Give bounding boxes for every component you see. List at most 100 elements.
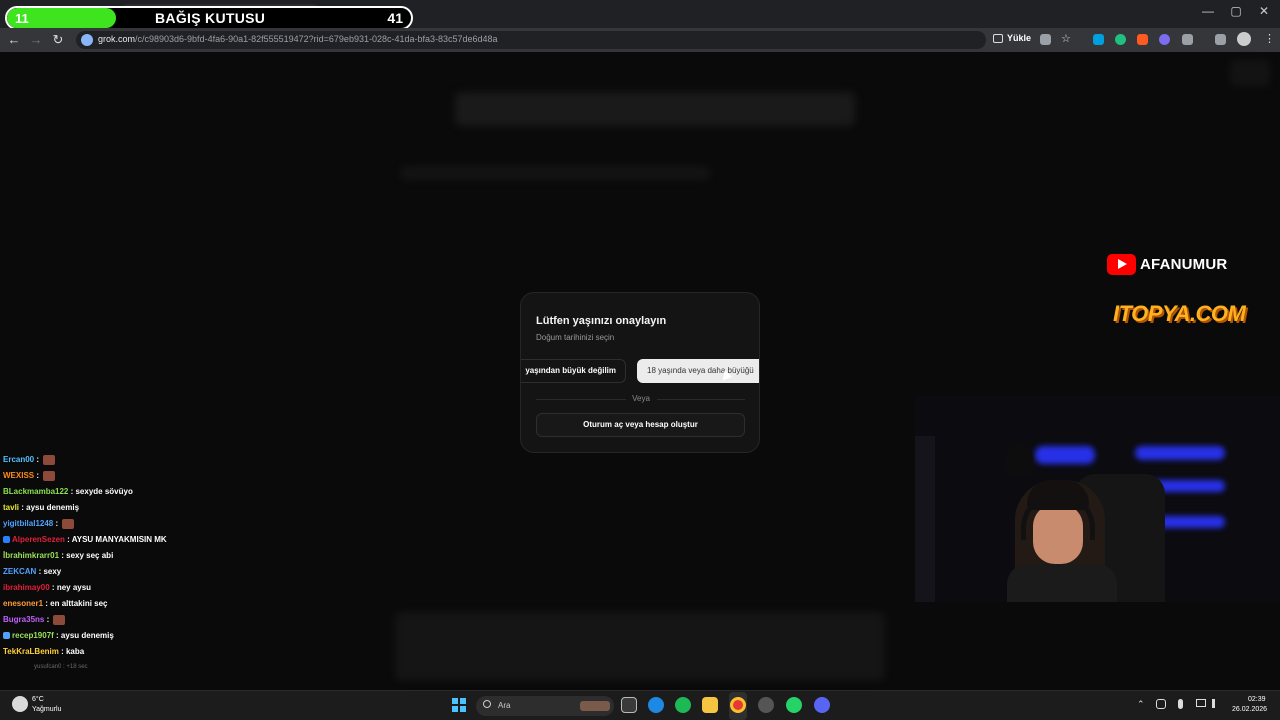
tab-search-icon[interactable] <box>1215 34 1226 45</box>
install-app-icon <box>993 34 1003 43</box>
maximize-button[interactable]: ▢ <box>1226 4 1246 18</box>
donation-title: BAĞIŞ KUTUSU <box>155 10 266 26</box>
chat-separator: : <box>64 535 72 544</box>
blurred-header-button <box>1230 60 1270 86</box>
weather-icon[interactable] <box>12 696 28 712</box>
extension-icon-1[interactable] <box>1093 34 1104 45</box>
chat-emote-icon <box>43 454 56 465</box>
discord-icon[interactable] <box>814 697 830 713</box>
chat-emote-icon <box>53 614 66 625</box>
chat-username: WEXISS <box>3 471 35 480</box>
chat-username: Ercan00 <box>3 455 35 464</box>
start-logo-part <box>452 698 458 704</box>
age-verification-dialog: Lütfen yaşınızı onaylayın Doğum tarihini… <box>520 292 760 453</box>
chat-badge-icon <box>3 632 10 640</box>
weather-description[interactable]: Yağmurlu <box>32 706 61 713</box>
chat-separator: : <box>44 615 52 624</box>
extension-icon-3[interactable] <box>1137 34 1148 45</box>
whatsapp-icon[interactable] <box>786 697 802 713</box>
url-text[interactable]: grok.com/c/c98903d6-9bfd-4fa6-90a1-82f55… <box>98 34 498 44</box>
chat-message: BLackmamba122 : sexyde sövüyo <box>3 484 263 500</box>
led-light <box>1135 446 1225 460</box>
chat-separator: : <box>53 631 61 640</box>
chat-text: AYSU MANYAKMISIN MK <box>71 535 167 544</box>
lamp <box>1005 444 1033 474</box>
clock-time[interactable]: 02:39 <box>1248 696 1266 703</box>
obs-icon[interactable] <box>758 697 774 713</box>
chat-message: tavli : aysu denemiş <box>3 500 263 516</box>
donation-box-overlay: 11 BAĞIŞ KUTUSU 41 <box>5 6 413 30</box>
chat-username: enesoner1 <box>3 599 44 608</box>
chat-message: yigitbilal1248 : <box>3 516 263 532</box>
chat-separator: : <box>58 647 66 656</box>
chat-username: ibrahimay00 <box>3 583 50 592</box>
chat-message: ZEKCAN : sexy <box>3 564 263 580</box>
translate-icon[interactable] <box>1040 34 1051 45</box>
reload-button[interactable]: ↻ <box>50 32 66 48</box>
chat-username: yigitbilal1248 <box>3 519 54 528</box>
blurred-heading <box>455 92 855 126</box>
blurred-text <box>400 166 710 180</box>
chat-separator: : <box>34 471 42 480</box>
clock-date[interactable]: 26.02.2026 <box>1232 706 1267 713</box>
task-view-icon[interactable] <box>621 697 637 713</box>
site-info-icon[interactable] <box>81 34 93 46</box>
chat-text: aysu denemiş <box>26 503 80 512</box>
login-or-signup-button[interactable]: Oturum aç veya hesap oluştur <box>536 413 745 437</box>
chat-message: Bugra35ns : <box>3 612 263 628</box>
browser-menu-icon[interactable]: ⋮ <box>1264 32 1275 45</box>
microphone-icon[interactable] <box>1178 699 1183 709</box>
chat-emote-icon <box>43 470 56 481</box>
dialog-title: Lütfen yaşınızı onaylayın <box>536 315 667 327</box>
led-light <box>1035 446 1095 464</box>
chat-text: aysu denemiş <box>60 631 114 640</box>
sponsor-logo: ITOPYA.COM <box>1113 301 1246 326</box>
close-window-button[interactable]: ✕ <box>1254 4 1274 18</box>
chat-text: en alttakini seç <box>50 599 108 608</box>
extension-icon-2[interactable] <box>1115 34 1126 45</box>
chat-message: enesoner1 : en alttakini seç <box>3 596 263 612</box>
weather-temperature[interactable]: 6°C <box>32 696 44 703</box>
chat-username: AlperenSezen <box>12 535 65 544</box>
url-host: grok.com <box>98 34 136 44</box>
windows-taskbar: 6°C Yağmurlu Ara ⌃ 02:39 26.02.2026 <box>0 690 1280 720</box>
blurred-input-box <box>395 612 885 680</box>
edge-icon[interactable] <box>648 697 664 713</box>
door-frame <box>915 436 935 602</box>
network-icon[interactable] <box>1196 699 1206 707</box>
extension-icon-4[interactable] <box>1159 34 1170 45</box>
install-button[interactable]: Yükle <box>1007 33 1031 43</box>
chat-message: ibrahimay00 : ney aysu <box>3 580 263 596</box>
forward-button[interactable]: → <box>28 32 44 47</box>
tray-app-icon[interactable] <box>1156 699 1166 709</box>
start-button[interactable] <box>452 698 466 712</box>
chat-text: ney aysu <box>56 583 92 592</box>
chat-message: İbrahimkrarr01 : sexy seç abi <box>3 548 263 564</box>
chat-message: AlperenSezen : AYSU MANYAKMISIN MK <box>3 532 263 548</box>
tray-overflow-icon[interactable]: ⌃ <box>1137 699 1145 710</box>
taskbar-search[interactable]: Ara <box>476 696 614 716</box>
webcam-feed <box>915 396 1280 602</box>
bookmark-star-icon[interactable]: ☆ <box>1061 32 1071 45</box>
volume-icon[interactable] <box>1212 699 1222 708</box>
minimize-button[interactable]: — <box>1198 4 1218 18</box>
chat-username: Bugra35ns <box>3 615 45 624</box>
spotify-icon[interactable] <box>675 697 691 713</box>
file-explorer-icon[interactable] <box>702 697 718 713</box>
extensions-puzzle-icon[interactable] <box>1182 34 1193 45</box>
start-logo-part <box>460 706 466 712</box>
profile-avatar[interactable] <box>1237 32 1251 46</box>
search-icon <box>483 700 491 708</box>
address-bar[interactable]: grok.com/c/c98903d6-9bfd-4fa6-90a1-82f55… <box>76 31 986 49</box>
chrome-icon[interactable] <box>730 697 746 713</box>
url-path: /c/c98903d6-9bfd-4fa6-90a1-82f555519472?… <box>135 34 498 44</box>
chat-message: WEXISS : <box>3 468 263 484</box>
play-icon <box>1118 259 1127 269</box>
screen: × + — ▢ ✕ 11 BAĞIŞ KUTUSU 41 ← → ↻ grok.… <box>0 0 1280 720</box>
start-logo-part <box>452 706 458 712</box>
back-button[interactable]: ← <box>6 32 22 47</box>
dialog-subtitle: Doğum tarihinizi seçin <box>536 333 615 342</box>
chat-emote-icon <box>62 518 75 529</box>
under-18-button[interactable]: yaşından büyük değilim <box>521 359 626 383</box>
over-18-button[interactable]: 18 yaşında veya daha büyüğü <box>637 359 759 383</box>
